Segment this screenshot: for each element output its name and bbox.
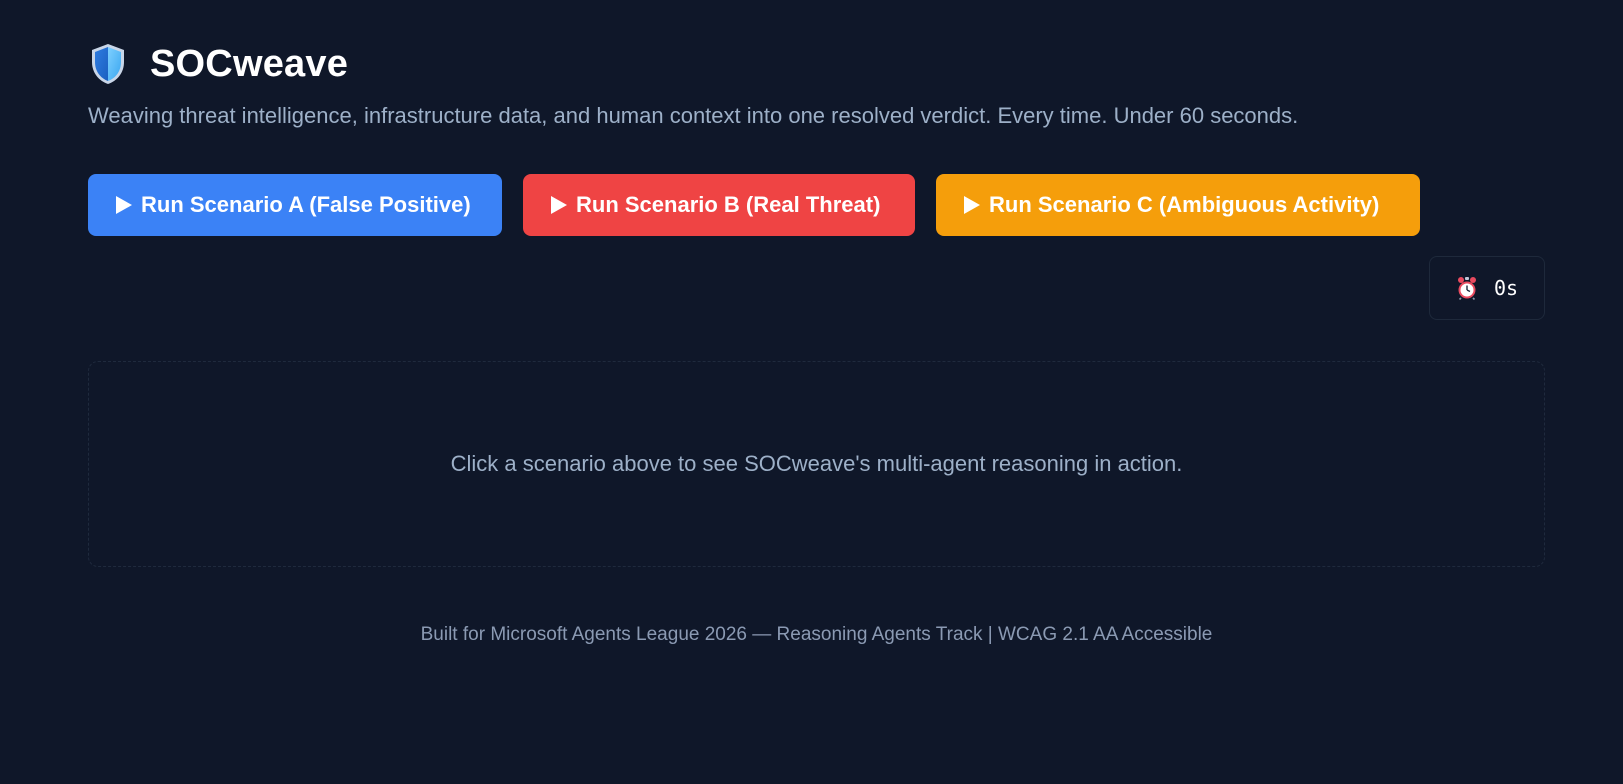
timer-value: 0s <box>1493 276 1519 300</box>
elapsed-timer: 0s <box>1429 256 1545 320</box>
run-scenario-a-label: Run Scenario A (False Positive) <box>141 192 471 217</box>
run-scenario-b-button[interactable]: Run Scenario B (Real Threat) <box>523 174 915 236</box>
agent-output-panel: Click a scenario above to see SOCweave's… <box>88 361 1545 567</box>
shield-icon <box>92 44 124 84</box>
play-icon <box>116 196 132 214</box>
run-scenario-c-button[interactable]: Run Scenario C (Ambiguous Activity) <box>936 174 1420 236</box>
app-title: SOCweave <box>150 42 349 85</box>
scenario-button-row: Run Scenario A (False Positive) Run Scen… <box>88 174 1420 236</box>
run-scenario-c-label: Run Scenario C (Ambiguous Activity) <box>989 192 1380 217</box>
run-scenario-a-button[interactable]: Run Scenario A (False Positive) <box>88 174 502 236</box>
app-subtitle: Weaving threat intelligence, infrastruct… <box>88 103 1299 128</box>
run-scenario-b-label: Run Scenario B (Real Threat) <box>576 192 881 217</box>
app-header: SOCweave <box>88 42 348 86</box>
alarm-clock-icon <box>1457 277 1476 300</box>
play-icon <box>964 196 980 214</box>
play-icon <box>551 196 567 214</box>
footer-text: Built for Microsoft Agents League 2026 —… <box>420 624 1213 645</box>
output-placeholder-text: Click a scenario above to see SOCweave's… <box>450 451 1183 476</box>
